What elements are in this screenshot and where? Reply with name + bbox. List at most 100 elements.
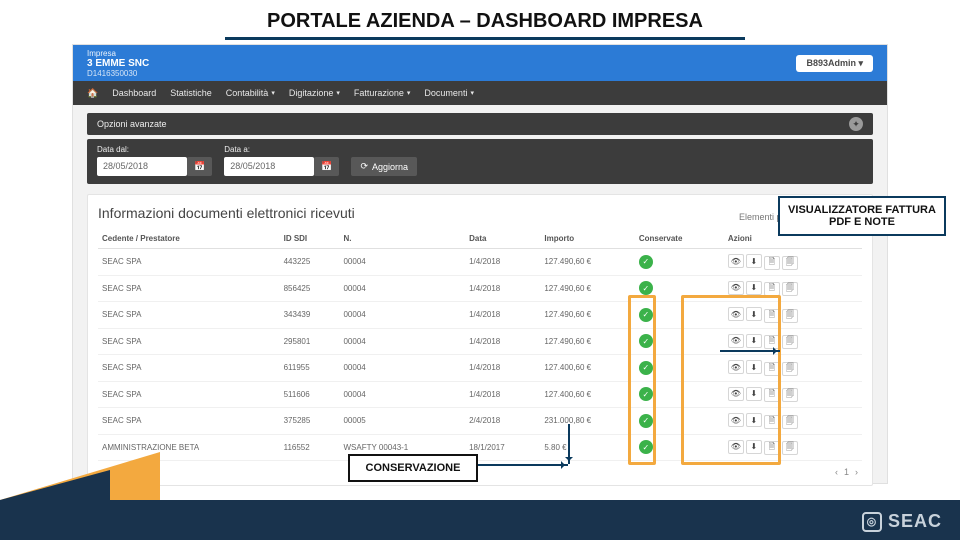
- check-icon: ✓: [639, 281, 653, 295]
- page-next[interactable]: ›: [855, 467, 858, 477]
- download-icon[interactable]: ⬇: [746, 307, 762, 321]
- callout-visualizzatore: VISUALIZZATORE FATTURA PDF E NOTE: [778, 196, 946, 236]
- cell-n: 00004: [339, 381, 465, 408]
- page-prev[interactable]: ‹: [835, 467, 838, 477]
- admin-button[interactable]: B893Admin ▾: [796, 55, 873, 72]
- view-icon[interactable]: 👁: [728, 334, 744, 348]
- calendar-icon[interactable]: 📅: [314, 157, 339, 176]
- input-data-dal[interactable]: 28/05/2018: [97, 157, 187, 176]
- cell-data: 1/4/2018: [465, 275, 540, 302]
- col-conservate: Conservate: [635, 229, 724, 249]
- view-icon[interactable]: 👁: [728, 440, 744, 454]
- cell-importo: 127.400,60 €: [540, 355, 634, 382]
- cell-conservate: ✓: [635, 355, 724, 382]
- note-icon[interactable]: 🗐: [782, 415, 798, 429]
- options-label: Opzioni avanzate: [97, 119, 167, 129]
- cell-data: 2/4/2018: [465, 408, 540, 435]
- nav-digitazione[interactable]: Digitazione▾: [289, 88, 340, 98]
- download-icon[interactable]: ⬇: [746, 360, 762, 374]
- col-importo: Importo: [540, 229, 634, 249]
- cell-azioni: 👁⬇🗎🗐: [724, 381, 862, 408]
- cell-importo: 127.490,60 €: [540, 328, 634, 355]
- cell-azioni: 👁⬇🗎🗐: [724, 355, 862, 382]
- note-icon[interactable]: 🗐: [782, 362, 798, 376]
- nav-fatturazione[interactable]: Fatturazione▾: [354, 88, 411, 98]
- view-icon[interactable]: 👁: [728, 387, 744, 401]
- cell-n: 00004: [339, 275, 465, 302]
- decor-wedge-blue: [0, 470, 110, 500]
- download-icon[interactable]: ⬇: [746, 387, 762, 401]
- note-icon[interactable]: 🗐: [782, 335, 798, 349]
- download-icon[interactable]: ⬇: [746, 334, 762, 348]
- label-data-dal: Data dal:: [97, 145, 212, 154]
- callout-conservazione: CONSERVAZIONE: [348, 454, 478, 482]
- cell-azioni: 👁⬇🗎🗐: [724, 408, 862, 435]
- col-n: N.: [339, 229, 465, 249]
- cell-cedente: SEAC SPA: [98, 355, 280, 382]
- options-bar[interactable]: Opzioni avanzate ✦: [87, 113, 873, 135]
- doc-icon[interactable]: 🗎: [764, 441, 780, 455]
- nav-statistiche[interactable]: Statistiche: [170, 88, 212, 98]
- view-icon[interactable]: 👁: [728, 360, 744, 374]
- arrow-to-azioni: [720, 350, 780, 352]
- nav-bar: 🏠 Dashboard Statistiche Contabilità▾ Dig…: [73, 81, 887, 105]
- doc-icon[interactable]: 🗎: [764, 309, 780, 323]
- cell-idsdi: 116552: [280, 434, 340, 461]
- slide-footer: [0, 500, 960, 540]
- nav-dashboard[interactable]: Dashboard: [112, 88, 156, 98]
- cell-cedente: SEAC SPA: [98, 381, 280, 408]
- table-row: SEAC SPA443225000041/4/2018127.490,60 €✓…: [98, 249, 862, 276]
- table-row: AMMINISTRAZIONE BETA116552WSAFTY 00043-1…: [98, 434, 862, 461]
- input-data-a[interactable]: 28/05/2018: [224, 157, 314, 176]
- doc-icon[interactable]: 🗎: [764, 388, 780, 402]
- cell-conservate: ✓: [635, 328, 724, 355]
- download-icon[interactable]: ⬇: [746, 440, 762, 454]
- label-data-a: Data a:: [224, 145, 339, 154]
- impresa-code: D1416350030: [87, 69, 149, 78]
- note-icon[interactable]: 🗐: [782, 309, 798, 323]
- note-icon[interactable]: 🗐: [782, 441, 798, 455]
- cell-cedente: SEAC SPA: [98, 249, 280, 276]
- calendar-icon[interactable]: 📅: [187, 157, 212, 176]
- chevron-down-icon: ▾: [271, 89, 275, 97]
- check-icon: ✓: [639, 387, 653, 401]
- aggiorna-button[interactable]: ⟳Aggiorna: [351, 157, 417, 176]
- view-icon[interactable]: 👁: [728, 413, 744, 427]
- cell-azioni: 👁⬇🗎🗐: [724, 249, 862, 276]
- gear-icon[interactable]: ✦: [849, 117, 863, 131]
- nav-home[interactable]: 🏠: [87, 88, 98, 99]
- doc-icon[interactable]: 🗎: [764, 362, 780, 376]
- arrow-to-conservate: [568, 424, 570, 464]
- cell-idsdi: 295801: [280, 328, 340, 355]
- table-row: SEAC SPA856425000041/4/2018127.490,60 €✓…: [98, 275, 862, 302]
- download-icon[interactable]: ⬇: [746, 281, 762, 295]
- impresa-info: Impresa 3 EMME SNC D1416350030: [87, 49, 149, 78]
- doc-icon[interactable]: 🗎: [764, 256, 780, 270]
- cell-importo: 5.80 €: [540, 434, 634, 461]
- doc-icon[interactable]: 🗎: [764, 282, 780, 296]
- logo-icon: ◎: [862, 512, 882, 532]
- arrow-to-conservate-h: [478, 464, 568, 466]
- cell-data: 1/4/2018: [465, 381, 540, 408]
- slide-title: PORTALE AZIENDA – DASHBOARD IMPRESA: [225, 6, 745, 40]
- nav-documenti[interactable]: Documenti▾: [424, 88, 474, 98]
- note-icon[interactable]: 🗐: [782, 282, 798, 296]
- impresa-name: 3 EMME SNC: [87, 58, 149, 69]
- table-row: SEAC SPA611955000041/4/2018127.400,60 €✓…: [98, 355, 862, 382]
- cell-importo: 231.000,80 €: [540, 408, 634, 435]
- check-icon: ✓: [639, 308, 653, 322]
- page-current: 1: [844, 467, 849, 477]
- view-icon[interactable]: 👁: [728, 307, 744, 321]
- cell-idsdi: 856425: [280, 275, 340, 302]
- view-icon[interactable]: 👁: [728, 254, 744, 268]
- view-icon[interactable]: 👁: [728, 281, 744, 295]
- note-icon[interactable]: 🗐: [782, 256, 798, 270]
- cell-cedente: SEAC SPA: [98, 408, 280, 435]
- doc-icon[interactable]: 🗎: [764, 415, 780, 429]
- note-icon[interactable]: 🗐: [782, 388, 798, 402]
- nav-contabilita[interactable]: Contabilità▾: [226, 88, 275, 98]
- filter-from: Data dal: 28/05/2018 📅: [97, 145, 212, 176]
- download-icon[interactable]: ⬇: [746, 254, 762, 268]
- cell-n: 00004: [339, 249, 465, 276]
- download-icon[interactable]: ⬇: [746, 413, 762, 427]
